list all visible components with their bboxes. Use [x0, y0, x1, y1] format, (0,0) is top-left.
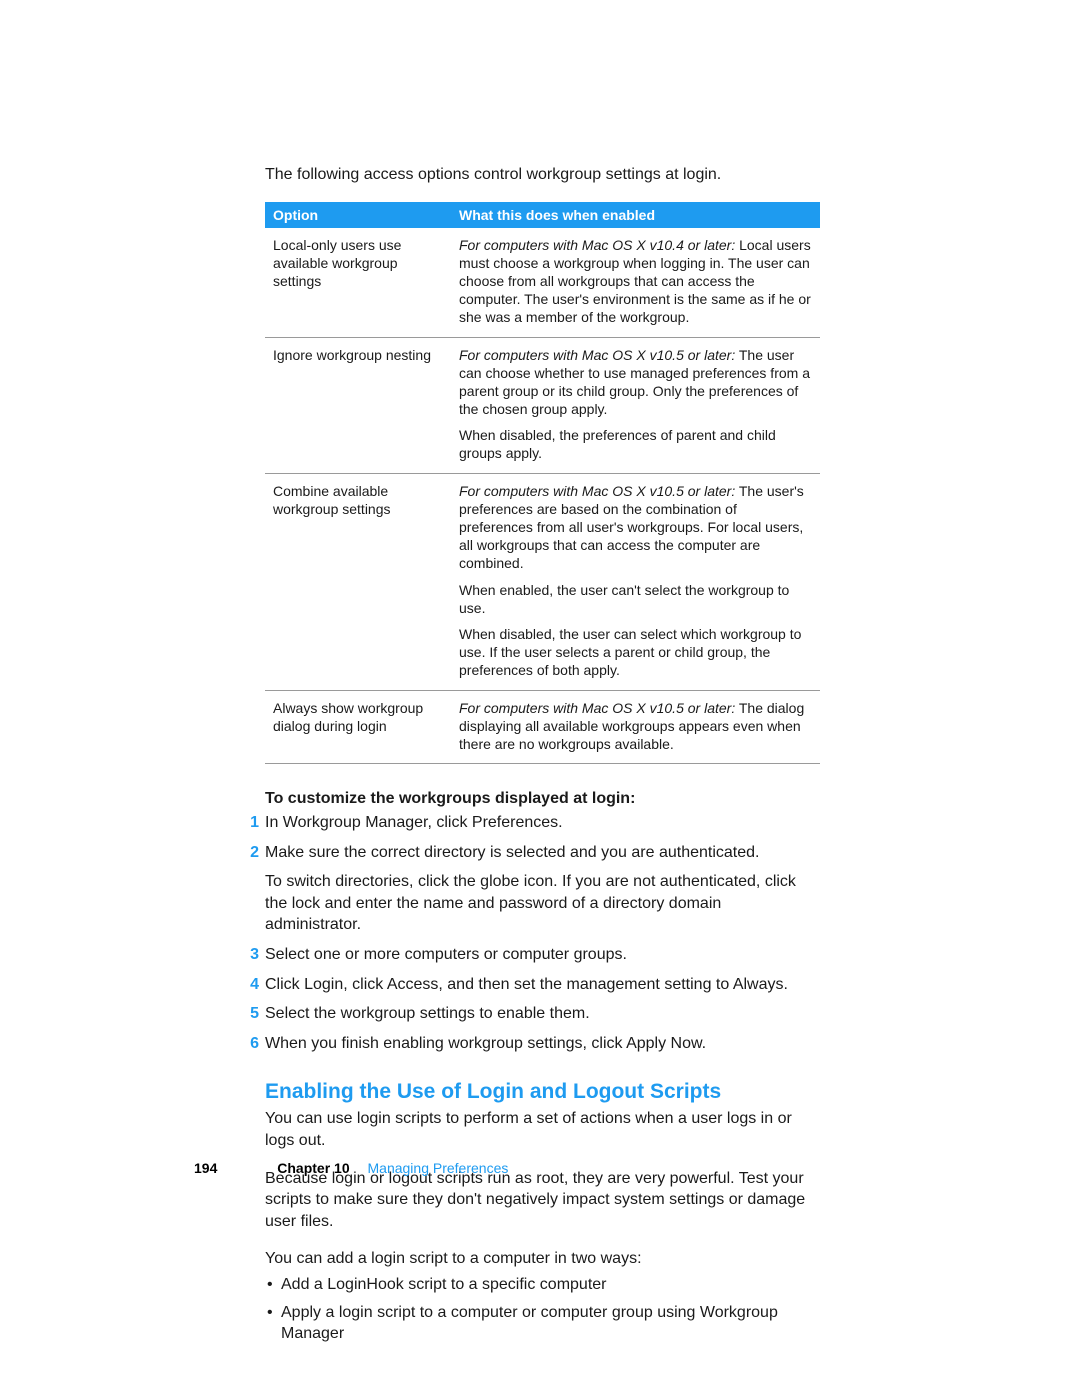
body-paragraph: You can add a login script to a computer…	[265, 1248, 820, 1270]
list-item: Apply a login script to a computer or co…	[265, 1302, 820, 1345]
option-desc: For computers with Mac OS X v10.5 or lat…	[451, 473, 820, 690]
list-item: 2Make sure the correct directory is sele…	[265, 842, 820, 936]
option-name: Always show workgroup dialog during logi…	[265, 690, 451, 764]
list-item: 5Select the workgroup settings to enable…	[265, 1003, 820, 1025]
steps-list: 1In Workgroup Manager, click Preferences…	[265, 812, 820, 1054]
table-row: Local-only users use available workgroup…	[265, 228, 820, 337]
steps-heading: To customize the workgroups displayed at…	[265, 790, 820, 808]
table-row: Ignore workgroup nesting For computers w…	[265, 337, 820, 473]
option-name: Local-only users use available workgroup…	[265, 228, 451, 337]
body-paragraph: You can use login scripts to perform a s…	[265, 1108, 820, 1151]
bullet-list: Add a LoginHook script to a specific com…	[265, 1274, 820, 1345]
step-number: 4	[245, 974, 259, 996]
step-number: 2	[245, 842, 259, 864]
header-option: Option	[265, 202, 451, 228]
page-number: 194	[194, 1160, 217, 1176]
table-row: Always show workgroup dialog during logi…	[265, 690, 820, 764]
chapter-title: Managing Preferences	[368, 1160, 509, 1176]
option-desc: For computers with Mac OS X v10.5 or lat…	[451, 690, 820, 764]
table-row: Combine available workgroup settings For…	[265, 473, 820, 690]
access-options-table: Option What this does when enabled Local…	[265, 202, 820, 765]
step-number: 6	[245, 1033, 259, 1055]
step-number: 1	[245, 812, 259, 834]
option-name: Ignore workgroup nesting	[265, 337, 451, 473]
option-desc: For computers with Mac OS X v10.4 or lat…	[451, 228, 820, 337]
list-item: 4Click Login, click Access, and then set…	[265, 974, 820, 996]
page-footer: 194 Chapter 10 Managing Preferences	[194, 1160, 508, 1176]
header-desc: What this does when enabled	[451, 202, 820, 228]
intro-paragraph: The following access options control wor…	[265, 164, 820, 186]
list-item: 6When you finish enabling workgroup sett…	[265, 1033, 820, 1055]
chapter-label: Chapter 10	[277, 1160, 349, 1176]
list-item: 3Select one or more computers or compute…	[265, 944, 820, 966]
option-name: Combine available workgroup settings	[265, 473, 451, 690]
step-number: 5	[245, 1003, 259, 1025]
list-item: Add a LoginHook script to a specific com…	[265, 1274, 820, 1296]
option-desc: For computers with Mac OS X v10.5 or lat…	[451, 337, 820, 473]
list-item: 1In Workgroup Manager, click Preferences…	[265, 812, 820, 834]
table-header-row: Option What this does when enabled	[265, 202, 820, 228]
step-number: 3	[245, 944, 259, 966]
body-paragraph: Because login or logout scripts run as r…	[265, 1168, 820, 1233]
document-page: The following access options control wor…	[0, 0, 1080, 1397]
section-heading: Enabling the Use of Login and Logout Scr…	[265, 1080, 820, 1104]
